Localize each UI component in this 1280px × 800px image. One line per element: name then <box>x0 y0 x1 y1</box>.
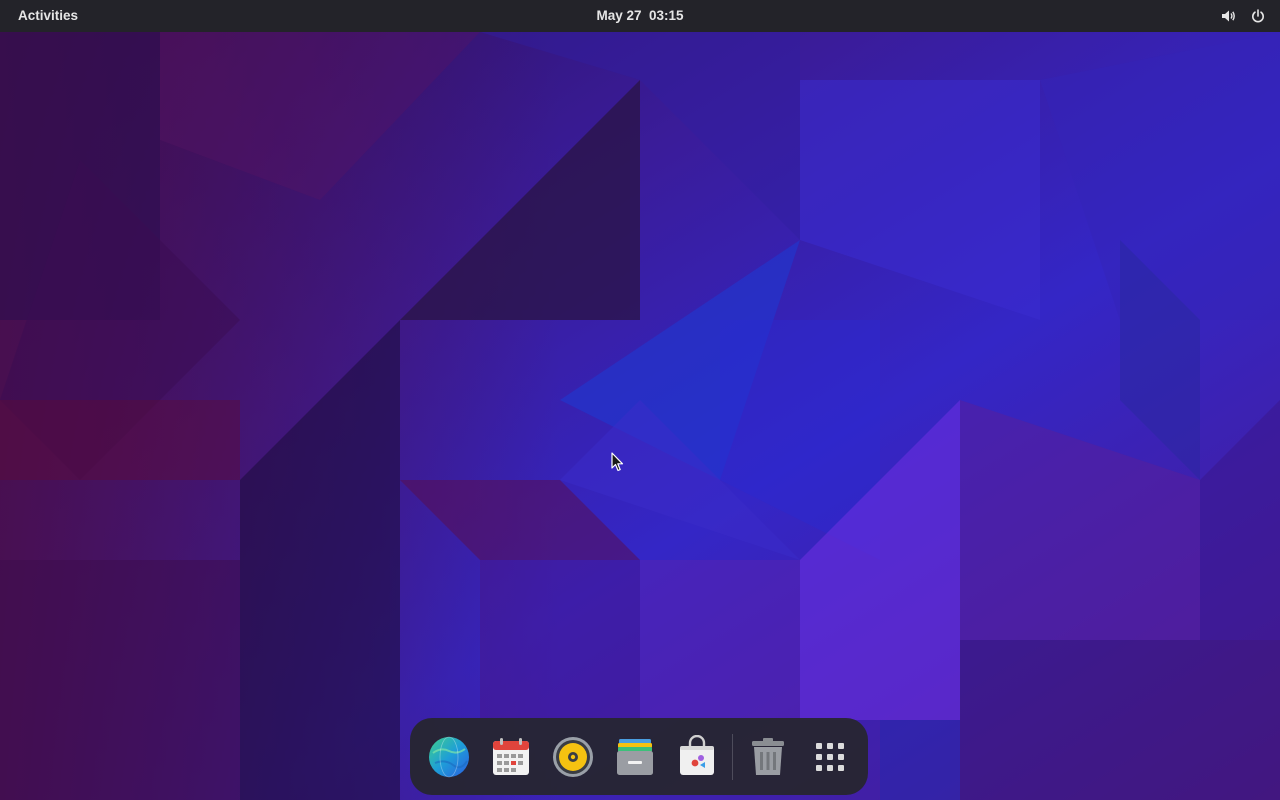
calendar-icon <box>493 738 529 775</box>
speaker-volume-icon <box>1222 10 1235 22</box>
top-bar: Activities May 27 03:15 <box>0 0 1280 32</box>
power-icon <box>1252 9 1264 23</box>
dock-item-software[interactable] <box>671 731 723 783</box>
activities-button[interactable]: Activities <box>10 3 86 29</box>
dock-item-trash[interactable] <box>742 731 794 783</box>
trash-icon <box>752 738 784 775</box>
dock-item-calendar[interactable] <box>485 731 537 783</box>
files-file-manager-icon <box>617 739 653 775</box>
mouse-pointer-icon <box>611 452 624 472</box>
show-applications-grid-icon <box>816 743 844 771</box>
dock-item-rhythmbox[interactable] <box>547 731 599 783</box>
dock <box>410 718 868 795</box>
wallpaper <box>0 0 1280 800</box>
rhythmbox-music-icon <box>553 737 593 777</box>
dock-separator <box>732 734 733 780</box>
desktop[interactable]: Activities May 27 03:15 <box>0 0 1280 800</box>
software-store-icon <box>680 735 714 775</box>
show-applications-button[interactable] <box>804 731 856 783</box>
dock-item-web-browser[interactable] <box>423 731 475 783</box>
dock-item-files[interactable] <box>609 731 661 783</box>
web-browser-globe-icon <box>429 736 469 778</box>
system-menu-button[interactable] <box>1212 3 1272 29</box>
clock-date-time[interactable]: May 27 03:15 <box>580 3 700 29</box>
